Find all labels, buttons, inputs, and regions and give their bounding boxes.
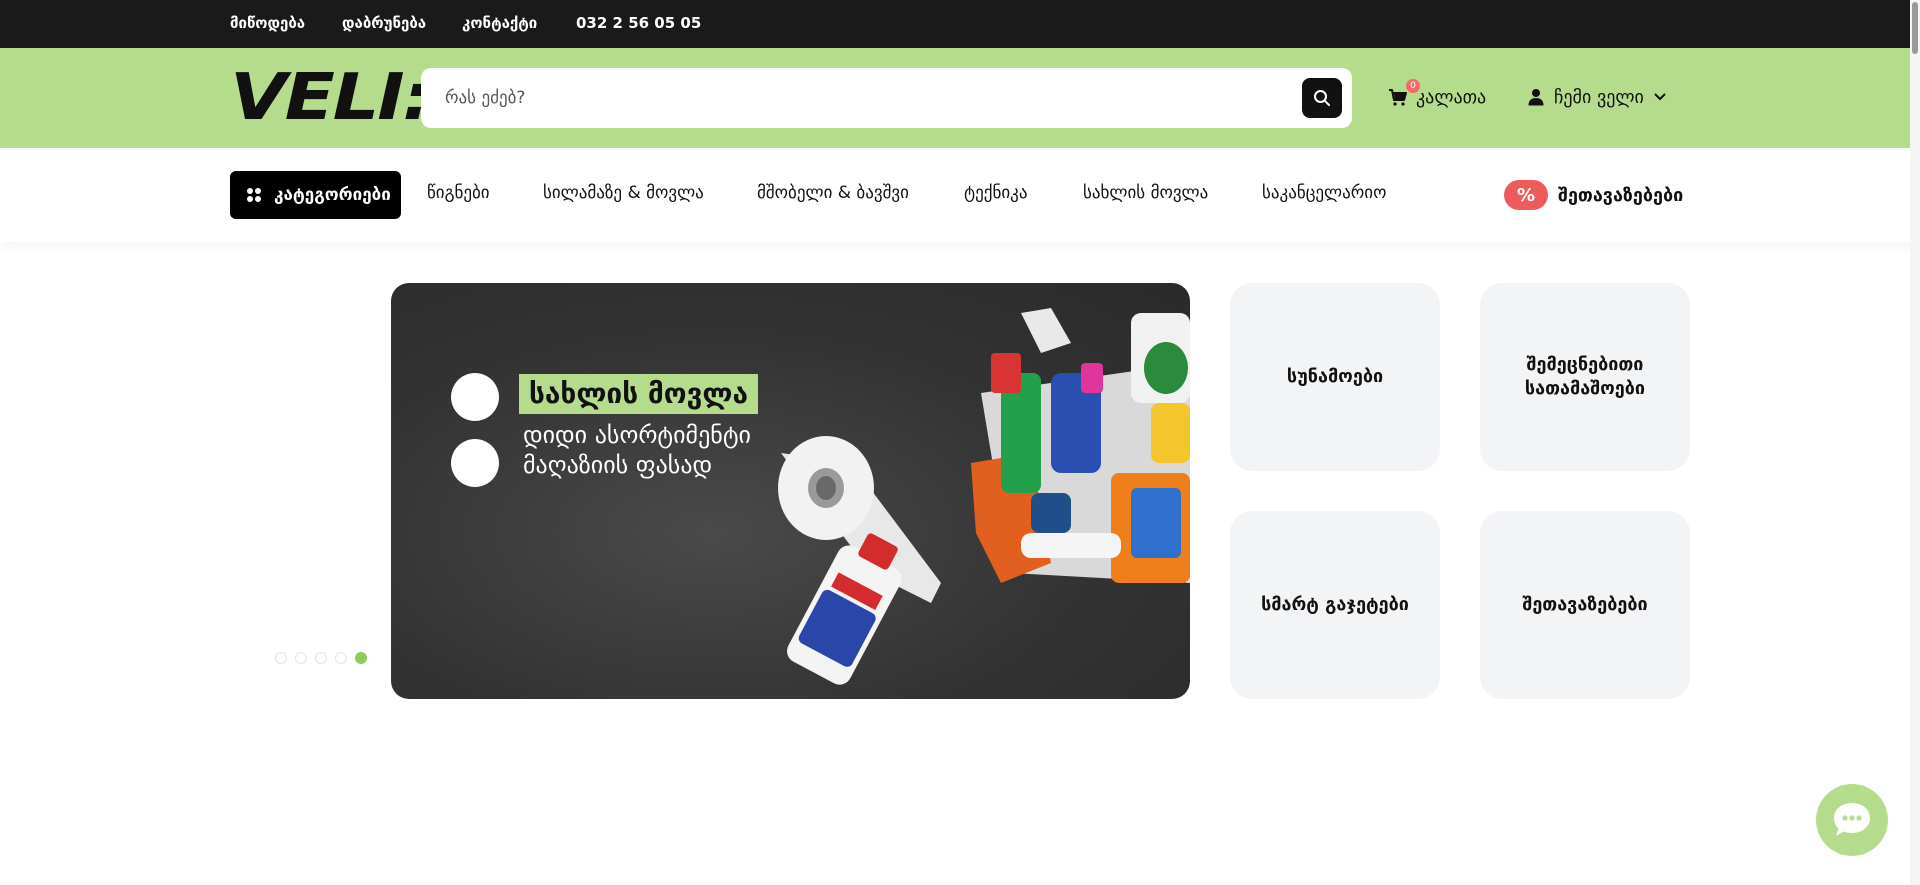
account-menu[interactable]: ჩემი ველი	[1528, 84, 1666, 110]
search-input[interactable]	[445, 68, 1265, 128]
header: VELI: 0 კალათა ჩემი ველი	[0, 48, 1920, 148]
hero-banner[interactable]: სახლის მოვლა დიდი ასორტიმენტი მაღაზიის ფ…	[391, 283, 1190, 699]
slider-dot[interactable]	[315, 652, 327, 664]
topbar-link-returns[interactable]: დაბრუნება	[342, 14, 426, 32]
scrollbar-thumb[interactable]	[1912, 2, 1918, 54]
nav-link-electronics[interactable]: ტექნიკა	[964, 183, 1027, 203]
chevron-down-icon	[1654, 93, 1666, 101]
slider-dot-active[interactable]	[355, 652, 367, 664]
slider-dot[interactable]	[335, 652, 347, 664]
topbar-link-contact[interactable]: კონტაქტი	[462, 14, 537, 32]
topbar-phone[interactable]: 032 2 56 05 05	[576, 14, 701, 32]
grid-icon	[247, 188, 261, 202]
nav-link-books[interactable]: წიგნები	[427, 183, 490, 203]
topbar-link-delivery[interactable]: მიწოდება	[230, 14, 305, 32]
site-logo[interactable]: VELI:	[230, 66, 432, 130]
slider-dot[interactable]	[275, 652, 287, 664]
tile-educational-toys[interactable]: შემეცნებითი სათამაშოები	[1480, 283, 1690, 471]
promo-link[interactable]: % შეთავაზებები	[1504, 180, 1683, 210]
tile-perfumes[interactable]: სუნამოები	[1230, 283, 1440, 471]
chat-button[interactable]	[1816, 784, 1888, 856]
categories-label: კატეგორიები	[274, 185, 391, 205]
cart-icon: 0	[1388, 79, 1420, 107]
spray-bottle	[787, 533, 902, 685]
banner-line-1: დიდი ასორტიმენტი	[523, 421, 751, 449]
slider-dots	[275, 652, 367, 664]
nav-link-beauty[interactable]: სილამაზე & მოვლა	[543, 183, 704, 203]
promo-badge: %	[1504, 180, 1548, 210]
product-basket	[971, 308, 1190, 583]
promo-label: შეთავაზებები	[1558, 184, 1684, 206]
tile-label: შემეცნებითი სათამაშოები	[1524, 354, 1646, 399]
search-icon	[1314, 90, 1330, 106]
cart-count-badge: 0	[1406, 79, 1420, 93]
tile-label: შეთავაზებები	[1522, 594, 1648, 615]
page-scrollbar[interactable]	[1910, 0, 1920, 885]
tile-label: სუნამოები	[1286, 366, 1384, 387]
banner-line-2: მაღაზიის ფასად	[523, 451, 713, 479]
tile-smart-gadgets[interactable]: სმარტ გაჯეტები	[1230, 511, 1440, 699]
nav-link-parent-child[interactable]: მშობელი & ბავშვი	[757, 183, 909, 203]
chat-icon	[1834, 803, 1870, 836]
category-nav: კატეგორიები წიგნები სილამაზე & მოვლა მშო…	[0, 148, 1920, 242]
cart-button[interactable]: 0 კალათა	[1388, 79, 1487, 110]
categories-button[interactable]: კატეგორიები	[230, 171, 401, 219]
nav-link-stationery[interactable]: საკანცელარიო	[1262, 183, 1386, 203]
user-icon	[1528, 89, 1544, 106]
search-box	[421, 68, 1352, 128]
cleaning-products-image	[778, 308, 1190, 685]
search-button[interactable]	[1302, 78, 1342, 118]
tile-label: სმარტ გაჯეტები	[1261, 594, 1409, 615]
banner-bullet	[451, 439, 499, 487]
slider-dot[interactable]	[295, 652, 307, 664]
tile-offers[interactable]: შეთავაზებები	[1480, 511, 1690, 699]
cart-label: კალათა	[1416, 86, 1487, 108]
banner-title: სახლის მოვლა	[519, 374, 758, 414]
banner-bullet	[451, 373, 499, 421]
account-label: ჩემი ველი	[1554, 86, 1644, 108]
top-bar: მიწოდება დაბრუნება კონტაქტი 032 2 56 05 …	[0, 0, 1920, 48]
nav-link-home-care[interactable]: სახლის მოვლა	[1083, 183, 1208, 203]
